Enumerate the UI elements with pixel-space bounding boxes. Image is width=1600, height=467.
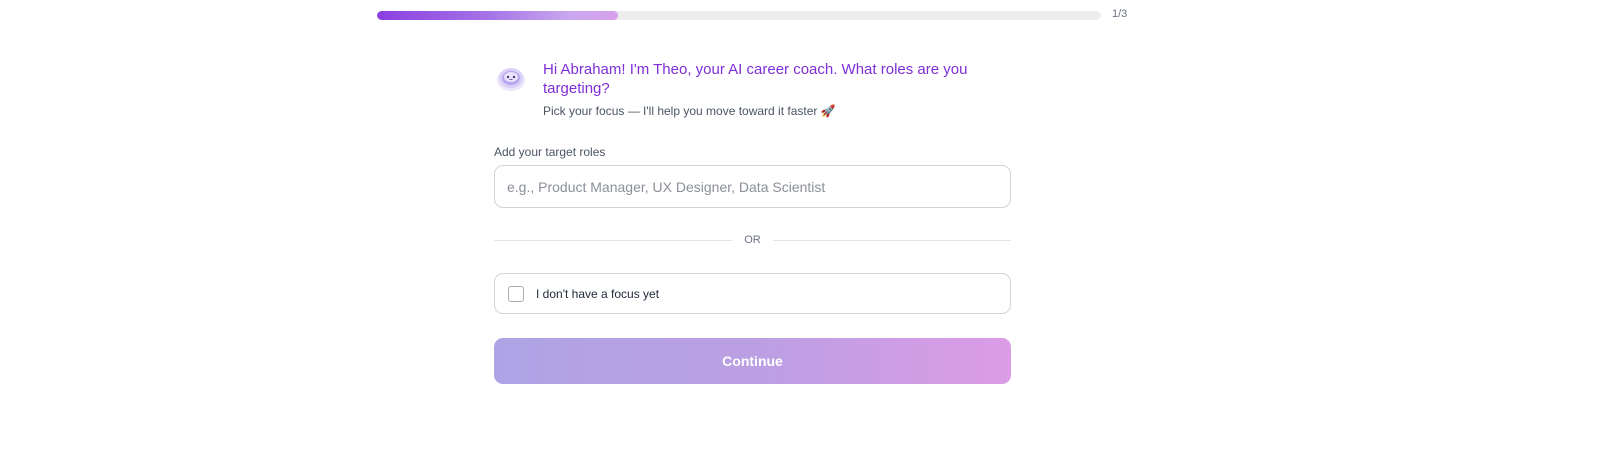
no-focus-checkbox[interactable] <box>508 285 524 302</box>
divider-line-right <box>773 240 1011 241</box>
progress-bar-fill <box>377 11 619 20</box>
no-focus-option[interactable]: I don't have a focus yet <box>494 273 1011 314</box>
theo-robot-avatar-icon <box>496 63 526 93</box>
progress-bar <box>377 11 1101 20</box>
target-roles-label: Add your target roles <box>494 145 606 159</box>
divider-line-left <box>494 240 732 241</box>
no-focus-label: I don't have a focus yet <box>536 286 660 301</box>
continue-button[interactable]: Continue <box>494 338 1011 384</box>
coach-greeting-title: Hi Abraham! I'm Theo, your AI career coa… <box>543 61 968 97</box>
target-roles-input[interactable] <box>494 165 1011 208</box>
coach-greeting-subtitle: Pick your focus — I'll help you move tow… <box>543 104 836 118</box>
divider-or-text: OR <box>744 234 761 246</box>
progress-step-count: 1/3 <box>1112 8 1128 20</box>
